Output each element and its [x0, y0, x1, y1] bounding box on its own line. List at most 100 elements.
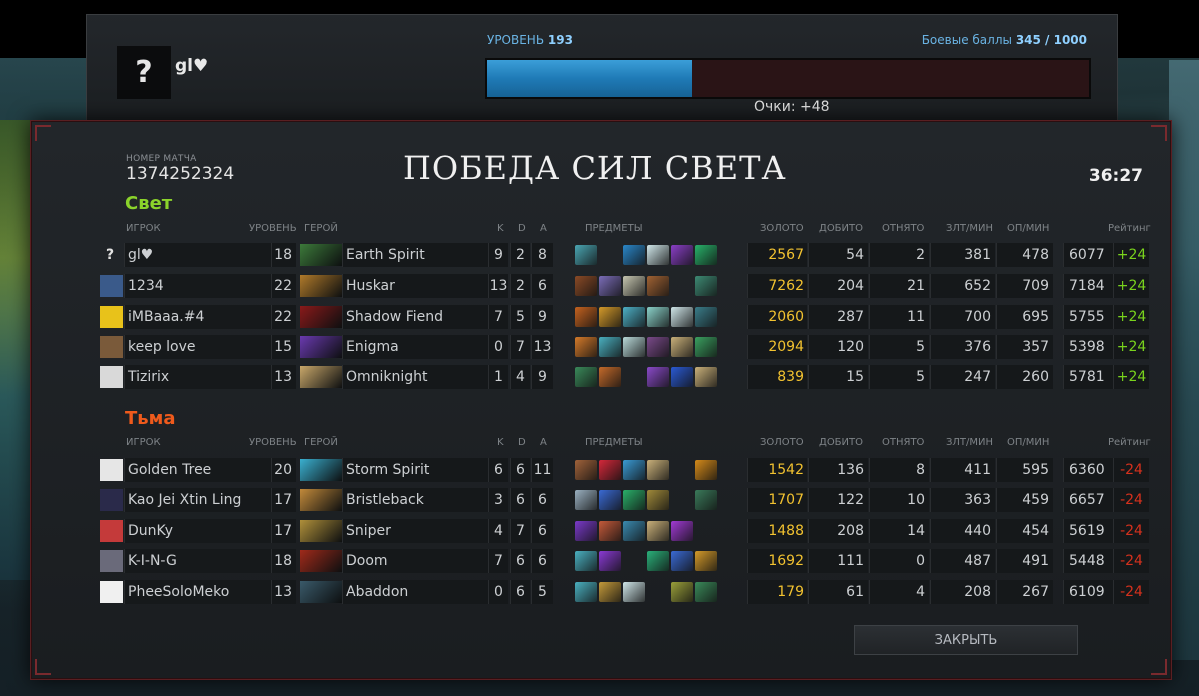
hero-portrait-icon[interactable]	[300, 336, 342, 358]
item-icon[interactable]	[623, 490, 645, 510]
item-icon[interactable]	[671, 337, 693, 357]
item-icon[interactable]	[695, 307, 717, 327]
player-avatar[interactable]: ?	[117, 46, 171, 99]
item-icon[interactable]	[695, 521, 717, 541]
item-icon[interactable]	[647, 460, 669, 480]
item-icon[interactable]	[671, 307, 693, 327]
item-icon[interactable]	[599, 337, 621, 357]
item-icon[interactable]	[671, 521, 693, 541]
player-row[interactable]: PheeSoloMeko 13 Abaddon 0 6 5 179 61 4 208 267 6109…	[31, 580, 1173, 604]
item-icon[interactable]	[575, 276, 597, 296]
item-icon[interactable]	[695, 245, 717, 265]
player-name[interactable]: Kao Jei Xtin Ling	[124, 488, 271, 512]
hero-portrait-icon[interactable]	[300, 306, 342, 328]
player-avatar[interactable]	[100, 366, 123, 388]
player-row[interactable]: iMBaaa.#4 22 Shadow Fiend 7 5 9 2060 287 11 700 69…	[31, 305, 1173, 329]
item-icon[interactable]	[575, 367, 597, 387]
item-icon[interactable]	[599, 276, 621, 296]
player-name[interactable]: PheeSoloMeko	[124, 580, 271, 604]
item-icon[interactable]	[695, 460, 717, 480]
player-avatar[interactable]	[100, 306, 123, 328]
item-icon[interactable]	[575, 490, 597, 510]
item-icon[interactable]	[623, 582, 645, 602]
item-icon[interactable]	[647, 367, 669, 387]
player-name[interactable]: DunKy	[124, 519, 271, 543]
player-avatar[interactable]	[100, 550, 123, 572]
item-icon[interactable]	[695, 367, 717, 387]
item-icon[interactable]	[623, 367, 645, 387]
hero-portrait-icon[interactable]	[300, 244, 342, 266]
item-icon[interactable]	[647, 521, 669, 541]
item-icon[interactable]	[647, 307, 669, 327]
player-name[interactable]: K-I-N-G	[124, 549, 271, 573]
player-avatar[interactable]	[100, 520, 123, 542]
item-icon[interactable]	[575, 307, 597, 327]
player-row[interactable]: ? gl♥ 18 Earth Spirit 9 2 8 2567 54 2 381 478 6077 +2…	[31, 243, 1173, 267]
item-icon[interactable]	[599, 245, 621, 265]
item-icon[interactable]	[575, 551, 597, 571]
item-icon[interactable]	[623, 551, 645, 571]
item-icon[interactable]	[575, 521, 597, 541]
hero-portrait-icon[interactable]	[300, 581, 342, 603]
item-icon[interactable]	[599, 307, 621, 327]
item-icon[interactable]	[575, 245, 597, 265]
item-icon[interactable]	[647, 276, 669, 296]
player-row[interactable]: 1234 22 Huskar 13 2 6 7262 204 21 652 709 7184 +24	[31, 274, 1173, 298]
item-icon[interactable]	[575, 582, 597, 602]
player-name[interactable]: Golden Tree	[124, 458, 271, 482]
item-icon[interactable]	[647, 245, 669, 265]
player-row[interactable]: Golden Tree 20 Storm Spirit 6 6 11 1542 136 8 411…	[31, 458, 1173, 482]
player-name[interactable]: Tizirix	[124, 365, 271, 389]
player-row[interactable]: Kao Jei Xtin Ling 17 Bristleback 3 6 6 1707 122…	[31, 488, 1173, 512]
player-name[interactable]: gl♥	[124, 243, 271, 267]
player-name[interactable]: iMBaaa.#4	[124, 305, 271, 329]
item-icon[interactable]	[671, 245, 693, 265]
player-avatar[interactable]	[100, 459, 123, 481]
player-row[interactable]: DunKy 17 Sniper 4 7 6 1488 208 14 440 454 5619 -24	[31, 519, 1173, 543]
hero-portrait-icon[interactable]	[300, 489, 342, 511]
player-row[interactable]: keep love 15 Enigma 0 7 13 2094 120 5 376 357 5398 +…	[31, 335, 1173, 359]
item-icon[interactable]	[647, 490, 669, 510]
item-icon[interactable]	[575, 460, 597, 480]
player-avatar[interactable]	[100, 489, 123, 511]
hero-portrait-icon[interactable]	[300, 459, 342, 481]
item-icon[interactable]	[599, 490, 621, 510]
player-row[interactable]: Tizirix 13 Omniknight 1 4 9 839 15 5 247 260 5781 +2…	[31, 365, 1173, 389]
hero-portrait-icon[interactable]	[300, 520, 342, 542]
player-name[interactable]: keep love	[124, 335, 271, 359]
item-icon[interactable]	[599, 551, 621, 571]
hero-portrait-icon[interactable]	[300, 275, 342, 297]
item-icon[interactable]	[599, 460, 621, 480]
item-icon[interactable]	[575, 337, 597, 357]
item-icon[interactable]	[623, 307, 645, 327]
item-icon[interactable]	[671, 490, 693, 510]
player-avatar[interactable]	[100, 336, 123, 358]
hero-portrait-icon[interactable]	[300, 550, 342, 572]
item-icon[interactable]	[647, 551, 669, 571]
item-icon[interactable]	[671, 367, 693, 387]
item-icon[interactable]	[671, 276, 693, 296]
item-icon[interactable]	[695, 551, 717, 571]
item-icon[interactable]	[623, 521, 645, 541]
player-avatar[interactable]	[100, 275, 123, 297]
player-name[interactable]: 1234	[124, 274, 271, 298]
player-avatar[interactable]	[100, 581, 123, 603]
item-icon[interactable]	[695, 490, 717, 510]
item-icon[interactable]	[623, 460, 645, 480]
hero-portrait-icon[interactable]	[300, 366, 342, 388]
item-icon[interactable]	[623, 276, 645, 296]
item-icon[interactable]	[695, 582, 717, 602]
item-icon[interactable]	[599, 521, 621, 541]
item-icon[interactable]	[599, 582, 621, 602]
item-icon[interactable]	[671, 582, 693, 602]
item-icon[interactable]	[623, 337, 645, 357]
player-row[interactable]: K-I-N-G 18 Doom 7 6 6 1692 111 0 487 491 5448 -24	[31, 549, 1173, 573]
item-icon[interactable]	[695, 337, 717, 357]
item-icon[interactable]	[647, 582, 669, 602]
item-icon[interactable]	[623, 245, 645, 265]
close-button[interactable]: ЗАКРЫТЬ	[854, 625, 1078, 655]
item-icon[interactable]	[695, 276, 717, 296]
item-icon[interactable]	[671, 460, 693, 480]
item-icon[interactable]	[671, 551, 693, 571]
item-icon[interactable]	[599, 367, 621, 387]
